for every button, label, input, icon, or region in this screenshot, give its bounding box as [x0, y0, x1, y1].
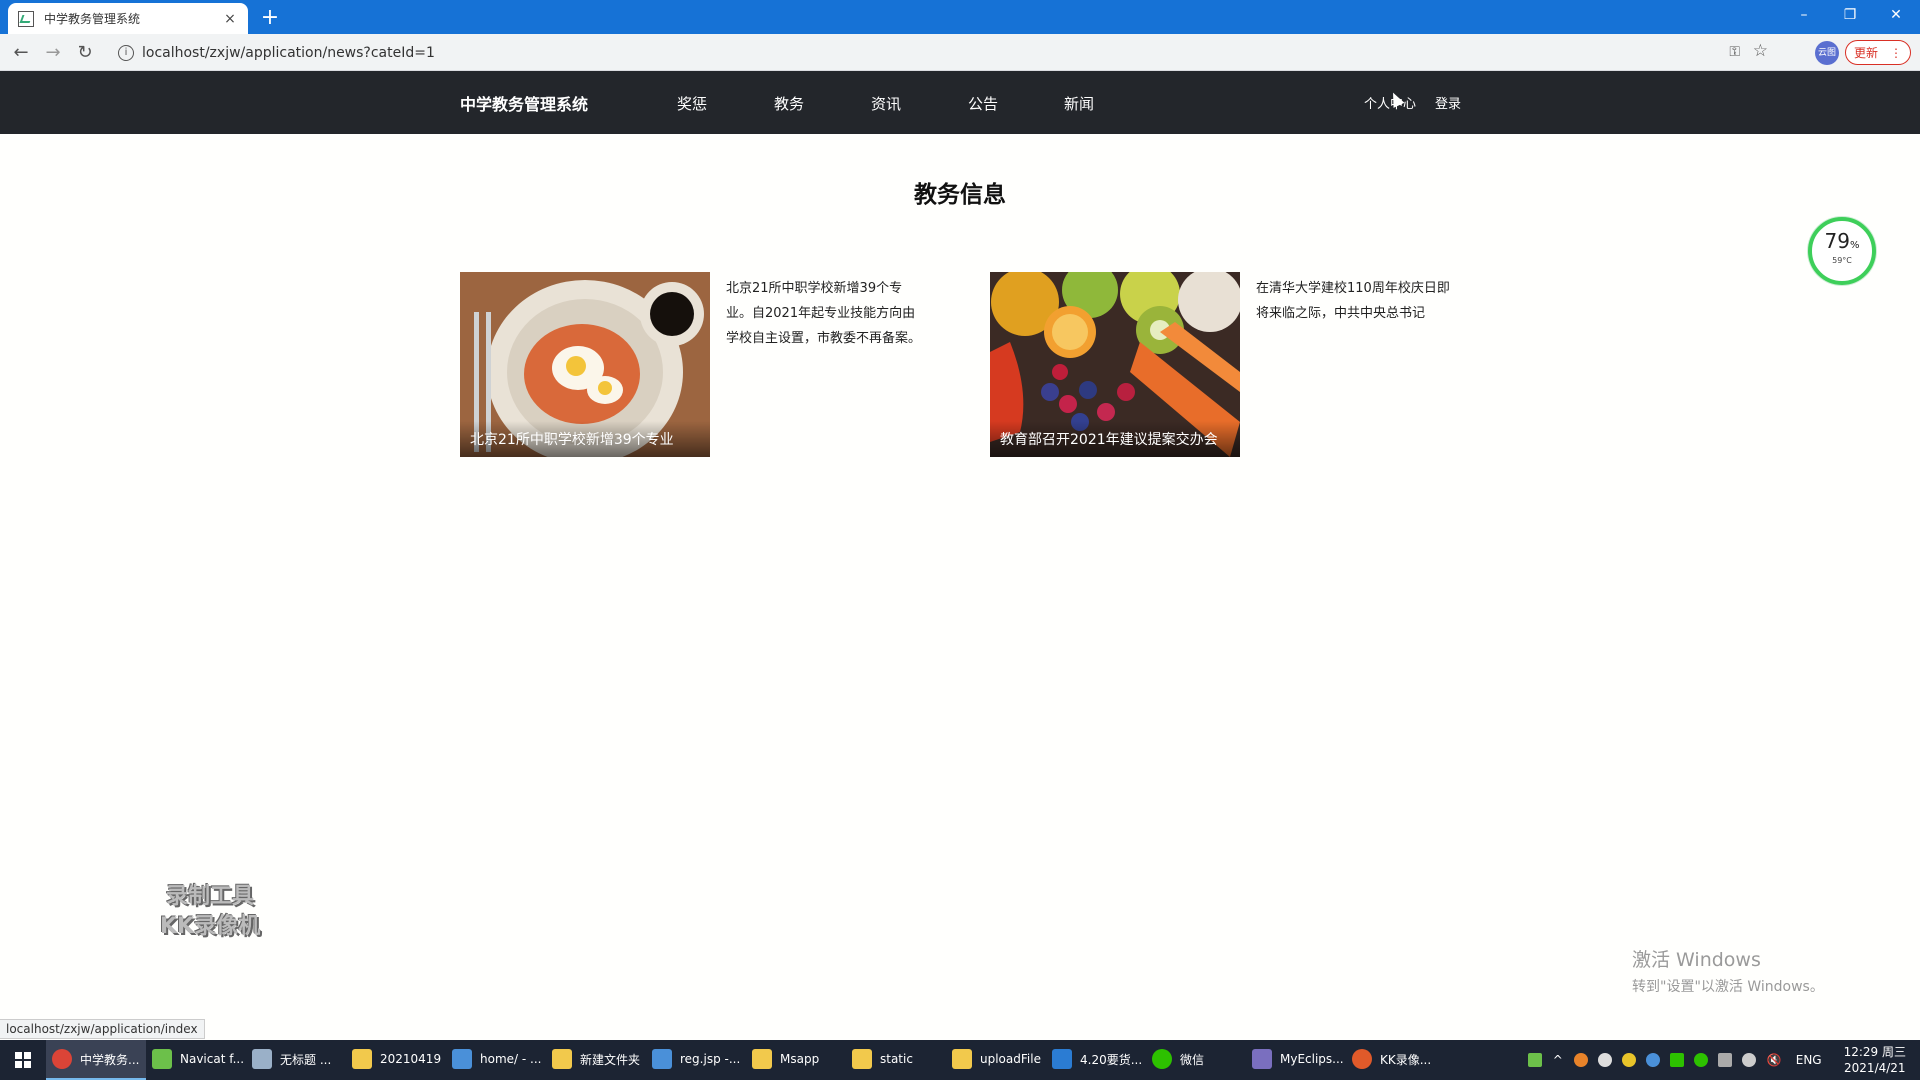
update-button[interactable]: 更新 ⋮ [1845, 40, 1911, 65]
kk-recorder-icon [1352, 1049, 1372, 1069]
tab-title: 中学教务管理系统 [44, 12, 141, 26]
taskbar-item[interactable]: 中学教务... [46, 1040, 146, 1080]
taskbar-item[interactable]: 4.20要货... [1046, 1040, 1146, 1080]
news-summary: 在清华大学建校110周年校庆日即将来临之际，中共中央总书记 [1256, 281, 1450, 321]
system-tray: ^ 🔇 ENG 12:29 周三 2021/4/21 [1523, 1040, 1920, 1080]
site-info-icon[interactable]: i [118, 44, 134, 61]
show-hidden-icons-icon[interactable]: ^ [1553, 1053, 1563, 1067]
browser-titlebar: 中学教务管理系统 × + – ❐ ✕ [0, 0, 1920, 34]
folder-icon [752, 1049, 772, 1069]
profile-avatar[interactable]: 云图 [1815, 41, 1839, 65]
windows-start-icon[interactable] [0, 1040, 46, 1080]
battery-icon[interactable] [1527, 1053, 1542, 1067]
wifi-icon[interactable] [1741, 1053, 1756, 1067]
site-brand[interactable]: 中学教务管理系统 [460, 91, 588, 115]
chart-favicon-icon [18, 10, 34, 27]
network-icon[interactable] [1717, 1053, 1732, 1067]
url-text[interactable]: localhost/zxjw/application/news?cateId=1 [142, 45, 435, 61]
wechat-tray-icon[interactable] [1693, 1053, 1708, 1067]
word-icon [1052, 1049, 1072, 1069]
taskbar-item[interactable]: home/ - ... [446, 1040, 546, 1080]
login-link[interactable]: 登录 [1435, 93, 1461, 112]
editor-icon [452, 1049, 472, 1069]
nav-item-notice[interactable]: 公告 [968, 93, 998, 114]
close-window-button[interactable]: ✕ [1874, 0, 1918, 30]
taskbar-item[interactable]: MyEclips... [1246, 1040, 1346, 1080]
back-arrow-icon[interactable]: ← [8, 40, 34, 66]
recorder-line2: KK录像机 [160, 914, 261, 939]
nav-item-info[interactable]: 资讯 [871, 93, 901, 114]
tray-app-icon[interactable] [1669, 1053, 1684, 1067]
input-language[interactable]: ENG [1796, 1053, 1822, 1067]
tab-close-icon[interactable]: × [222, 11, 238, 27]
tray-app-icon[interactable] [1597, 1053, 1612, 1067]
forward-arrow-icon[interactable]: → [40, 40, 66, 66]
nav-item-rewards[interactable]: 奖惩 [677, 93, 707, 114]
key-icon[interactable]: ⚿ [1729, 44, 1740, 60]
myeclipse-icon [1252, 1049, 1272, 1069]
news-caption[interactable]: 教育部召开2021年建议提案交办会 [990, 421, 1240, 457]
taskbar-item[interactable]: Msapp [746, 1040, 846, 1080]
site-navbar: 中学教务管理系统 奖惩 教务 资讯 公告 新闻 个人中心 登录 [0, 71, 1920, 134]
activate-line1: 激活 Windows [1632, 949, 1761, 971]
page-title: 教务信息 [914, 182, 1006, 208]
taskbar-item[interactable]: uploadFile [946, 1040, 1046, 1080]
restore-button[interactable]: ❐ [1828, 0, 1872, 30]
folder-icon [852, 1049, 872, 1069]
new-tab-button[interactable]: + [258, 5, 282, 30]
gauge-temperature: 59°C [1832, 256, 1852, 265]
tray-app-icon[interactable] [1573, 1053, 1588, 1067]
wechat-icon [1152, 1049, 1172, 1069]
taskbar-item[interactable]: 微信 [1146, 1040, 1246, 1080]
taskbar-item[interactable]: 无标题 ... [246, 1040, 346, 1080]
recorder-watermark: 录制工具 KK录像机 [160, 882, 260, 942]
nav-item-news[interactable]: 新闻 [1064, 93, 1094, 114]
folder-icon [352, 1049, 372, 1069]
taskbar-item[interactable]: 20210419 [346, 1040, 446, 1080]
tray-app-icon[interactable] [1621, 1053, 1636, 1067]
browser-tab[interactable]: 中学教务管理系统 × [8, 3, 248, 34]
editor-icon [652, 1049, 672, 1069]
folder-icon [952, 1049, 972, 1069]
clock-time: 12:29 周三 [1843, 1045, 1906, 1059]
taskbar: 中学教务... Navicat f... 无标题 ... 20210419 ho… [0, 1040, 1920, 1080]
taskbar-clock[interactable]: 12:29 周三 2021/4/21 [1844, 1044, 1906, 1076]
news-thumbnail[interactable]: 北京21所中职学校新增39个专业 [460, 272, 710, 457]
reload-icon[interactable]: ↻ [72, 40, 98, 66]
news-caption[interactable]: 北京21所中职学校新增39个专业 [460, 421, 710, 457]
bookmark-star-icon[interactable]: ☆ [1753, 41, 1768, 61]
recorder-line1: 录制工具 [166, 884, 255, 909]
volume-muted-icon[interactable]: 🔇 [1767, 1053, 1782, 1067]
browser-toolbar: ← → ↻ i localhost/zxjw/application/news?… [0, 34, 1920, 71]
taskbar-item[interactable]: reg.jsp -... [646, 1040, 746, 1080]
taskbar-item[interactable]: KK录像... [1346, 1040, 1446, 1080]
navicat-icon [152, 1049, 172, 1069]
nav-item-academic[interactable]: 教务 [774, 93, 804, 114]
minimize-button[interactable]: – [1782, 0, 1826, 30]
update-label: 更新 [1853, 46, 1878, 60]
news-summary: 北京21所中职学校新增39个专业。自2021年起专业技能方向由学校自主设置，市教… [726, 281, 922, 346]
cpu-gauge-widget[interactable]: 79% 59°C [1808, 217, 1876, 285]
clock-date: 2021/4/21 [1844, 1061, 1906, 1075]
gauge-percent: 79% [1824, 229, 1860, 253]
tray-app-icon[interactable] [1645, 1053, 1660, 1067]
folder-icon [552, 1049, 572, 1069]
menu-dots-icon[interactable]: ⋮ [1890, 46, 1902, 60]
address-bar[interactable]: i localhost/zxjw/application/news?cateId… [108, 38, 1778, 67]
taskbar-item[interactable]: Navicat f... [146, 1040, 246, 1080]
news-thumbnail[interactable]: 教育部召开2021年建议提案交办会 [990, 272, 1240, 457]
taskbar-item[interactable]: static [846, 1040, 946, 1080]
activate-line2: 转到"设置"以激活 Windows。 [1632, 979, 1824, 995]
taskbar-item[interactable]: 新建文件夹 [546, 1040, 646, 1080]
status-url-bubble: localhost/zxjw/application/index [0, 1019, 205, 1039]
chrome-icon [52, 1049, 72, 1069]
paint-icon [252, 1049, 272, 1069]
activate-windows-notice: 激活 Windows 转到"设置"以激活 Windows。 [1632, 945, 1824, 996]
